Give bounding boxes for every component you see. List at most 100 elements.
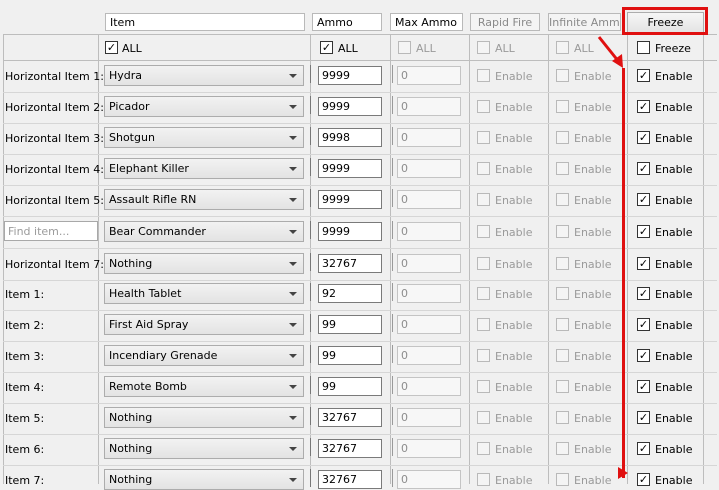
rapid-fire-checkbox[interactable] [477, 287, 490, 300]
infinite-ammo-checkbox[interactable] [556, 100, 569, 113]
freeze-checkbox[interactable]: ✓ [637, 380, 650, 393]
max-ammo-input[interactable]: 0 [397, 346, 461, 365]
item-select[interactable]: Health Tablet [104, 283, 304, 304]
freeze-enable-label: Enable [655, 350, 693, 363]
max-ammo-input[interactable]: 0 [397, 66, 461, 85]
freeze-checkbox[interactable]: ✓ [637, 193, 650, 206]
item-select[interactable]: Hydra [104, 65, 304, 86]
ammo-input[interactable]: 9999 [318, 159, 382, 178]
infinite-ammo-checkbox[interactable] [556, 442, 569, 455]
rapid-fire-checkbox[interactable] [477, 69, 490, 82]
rapid-fire-checkbox[interactable] [477, 100, 490, 113]
ammo-input[interactable]: 99 [318, 346, 382, 365]
infinite-ammo-checkbox[interactable] [556, 411, 569, 424]
rapid-fire-checkbox[interactable] [477, 193, 490, 206]
row-divider [3, 248, 717, 249]
rapid-fire-checkbox[interactable] [477, 257, 490, 270]
infinite-ammo-checkbox[interactable] [556, 287, 569, 300]
infinite-ammo-checkbox[interactable] [556, 131, 569, 144]
infinite-ammo-checkbox[interactable] [556, 162, 569, 175]
ammo-input[interactable]: 99 [318, 377, 382, 396]
infinite-ammo-checkbox[interactable] [556, 69, 569, 82]
infinite-ammo-checkbox[interactable] [556, 225, 569, 238]
freeze-checkbox[interactable]: ✓ [637, 349, 650, 362]
rapid-fire-checkbox[interactable] [477, 380, 490, 393]
infinite-ammo-checkbox[interactable] [556, 257, 569, 270]
row-label: Item 6: [5, 443, 45, 456]
item-select[interactable]: First Aid Spray [104, 314, 304, 335]
infinite-ammo-checkbox[interactable] [556, 380, 569, 393]
rapid-fire-enable-label: Enable [495, 381, 533, 394]
item-select[interactable]: Remote Bomb [104, 376, 304, 397]
item-select[interactable]: Nothing [104, 438, 304, 459]
freeze-checkbox[interactable]: ✓ [637, 442, 650, 455]
freeze-checkbox[interactable]: ✓ [637, 287, 650, 300]
rapid-fire-checkbox[interactable] [477, 225, 490, 238]
ammo-input[interactable]: 9999 [318, 66, 382, 85]
item-select[interactable]: Elephant Killer [104, 158, 304, 179]
max-ammo-input[interactable]: 0 [397, 377, 461, 396]
rapid-fire-all-label: ALL [495, 42, 515, 55]
max-ammo-input[interactable]: 0 [397, 128, 461, 147]
freeze-checkbox[interactable]: ✓ [637, 225, 650, 238]
freeze-checkbox[interactable]: ✓ [637, 257, 650, 270]
ammo-input[interactable]: 92 [318, 284, 382, 303]
ammo-input[interactable]: 99 [318, 315, 382, 334]
max-ammo-input[interactable]: 0 [397, 470, 461, 489]
ammo-input[interactable]: 9999 [318, 97, 382, 116]
item-select[interactable]: Picador [104, 96, 304, 117]
infinite-ammo-checkbox[interactable] [556, 473, 569, 486]
rapid-fire-checkbox[interactable] [477, 318, 490, 331]
rapid-fire-checkbox[interactable] [477, 349, 490, 362]
max-ammo-input[interactable]: 0 [397, 408, 461, 427]
item-select[interactable]: Nothing [104, 253, 304, 274]
find-item-input[interactable]: Find item... [4, 221, 98, 241]
rapid-fire-all-checkbox[interactable] [477, 41, 490, 54]
max-ammo-input[interactable]: 0 [397, 315, 461, 334]
ammo-input[interactable]: 9999 [318, 222, 382, 241]
infinite-ammo-checkbox[interactable] [556, 318, 569, 331]
ammo-input[interactable]: 32767 [318, 470, 382, 489]
rapid-fire-checkbox[interactable] [477, 411, 490, 424]
freeze-checkbox[interactable]: ✓ [637, 473, 650, 486]
max-ammo-input[interactable]: 0 [397, 254, 461, 273]
item-select-value: Shotgun [109, 131, 155, 144]
ammo-input[interactable]: 9998 [318, 128, 382, 147]
max-ammo-input[interactable]: 0 [397, 97, 461, 116]
freeze-all-checkbox[interactable] [637, 41, 650, 54]
item-select[interactable]: Nothing [104, 407, 304, 428]
item-select[interactable]: Nothing [104, 469, 304, 490]
freeze-checkbox[interactable]: ✓ [637, 318, 650, 331]
item-select[interactable]: Shotgun [104, 127, 304, 148]
infinite-ammo-checkbox[interactable] [556, 193, 569, 206]
freeze-checkbox[interactable]: ✓ [637, 162, 650, 175]
max-ammo-input[interactable]: 0 [397, 439, 461, 458]
ammo-input[interactable]: 32767 [318, 408, 382, 427]
freeze-checkbox[interactable]: ✓ [637, 131, 650, 144]
infinite-ammo-all-checkbox[interactable] [556, 41, 569, 54]
ammo-input[interactable]: 32767 [318, 254, 382, 273]
max-ammo-input[interactable]: 0 [397, 284, 461, 303]
freeze-checkbox[interactable]: ✓ [637, 100, 650, 113]
item-select[interactable]: Incendiary Grenade [104, 345, 304, 366]
infinite-ammo-enable-label: Enable [574, 101, 612, 114]
freeze-checkbox[interactable]: ✓ [637, 411, 650, 424]
rapid-fire-checkbox[interactable] [477, 442, 490, 455]
rapid-fire-checkbox[interactable] [477, 131, 490, 144]
max-ammo-spin-tick [392, 407, 393, 425]
infinite-ammo-checkbox[interactable] [556, 349, 569, 362]
rapid-fire-checkbox[interactable] [477, 162, 490, 175]
ammo-all-checkbox[interactable]: ✓ [320, 41, 333, 54]
ammo-input[interactable]: 9999 [318, 190, 382, 209]
infinite-ammo-enable-label: Enable [574, 381, 612, 394]
freeze-checkbox[interactable]: ✓ [637, 69, 650, 82]
item-select[interactable]: Assault Rifle RN [104, 189, 304, 210]
max-ammo-input[interactable]: 0 [397, 159, 461, 178]
max-ammo-input[interactable]: 0 [397, 222, 461, 241]
item-select[interactable]: Bear Commander [104, 221, 304, 242]
max-ammo-input[interactable]: 0 [397, 190, 461, 209]
item-all-checkbox[interactable]: ✓ [105, 41, 118, 54]
max-ammo-all-checkbox[interactable] [398, 41, 411, 54]
rapid-fire-checkbox[interactable] [477, 473, 490, 486]
ammo-input[interactable]: 32767 [318, 439, 382, 458]
